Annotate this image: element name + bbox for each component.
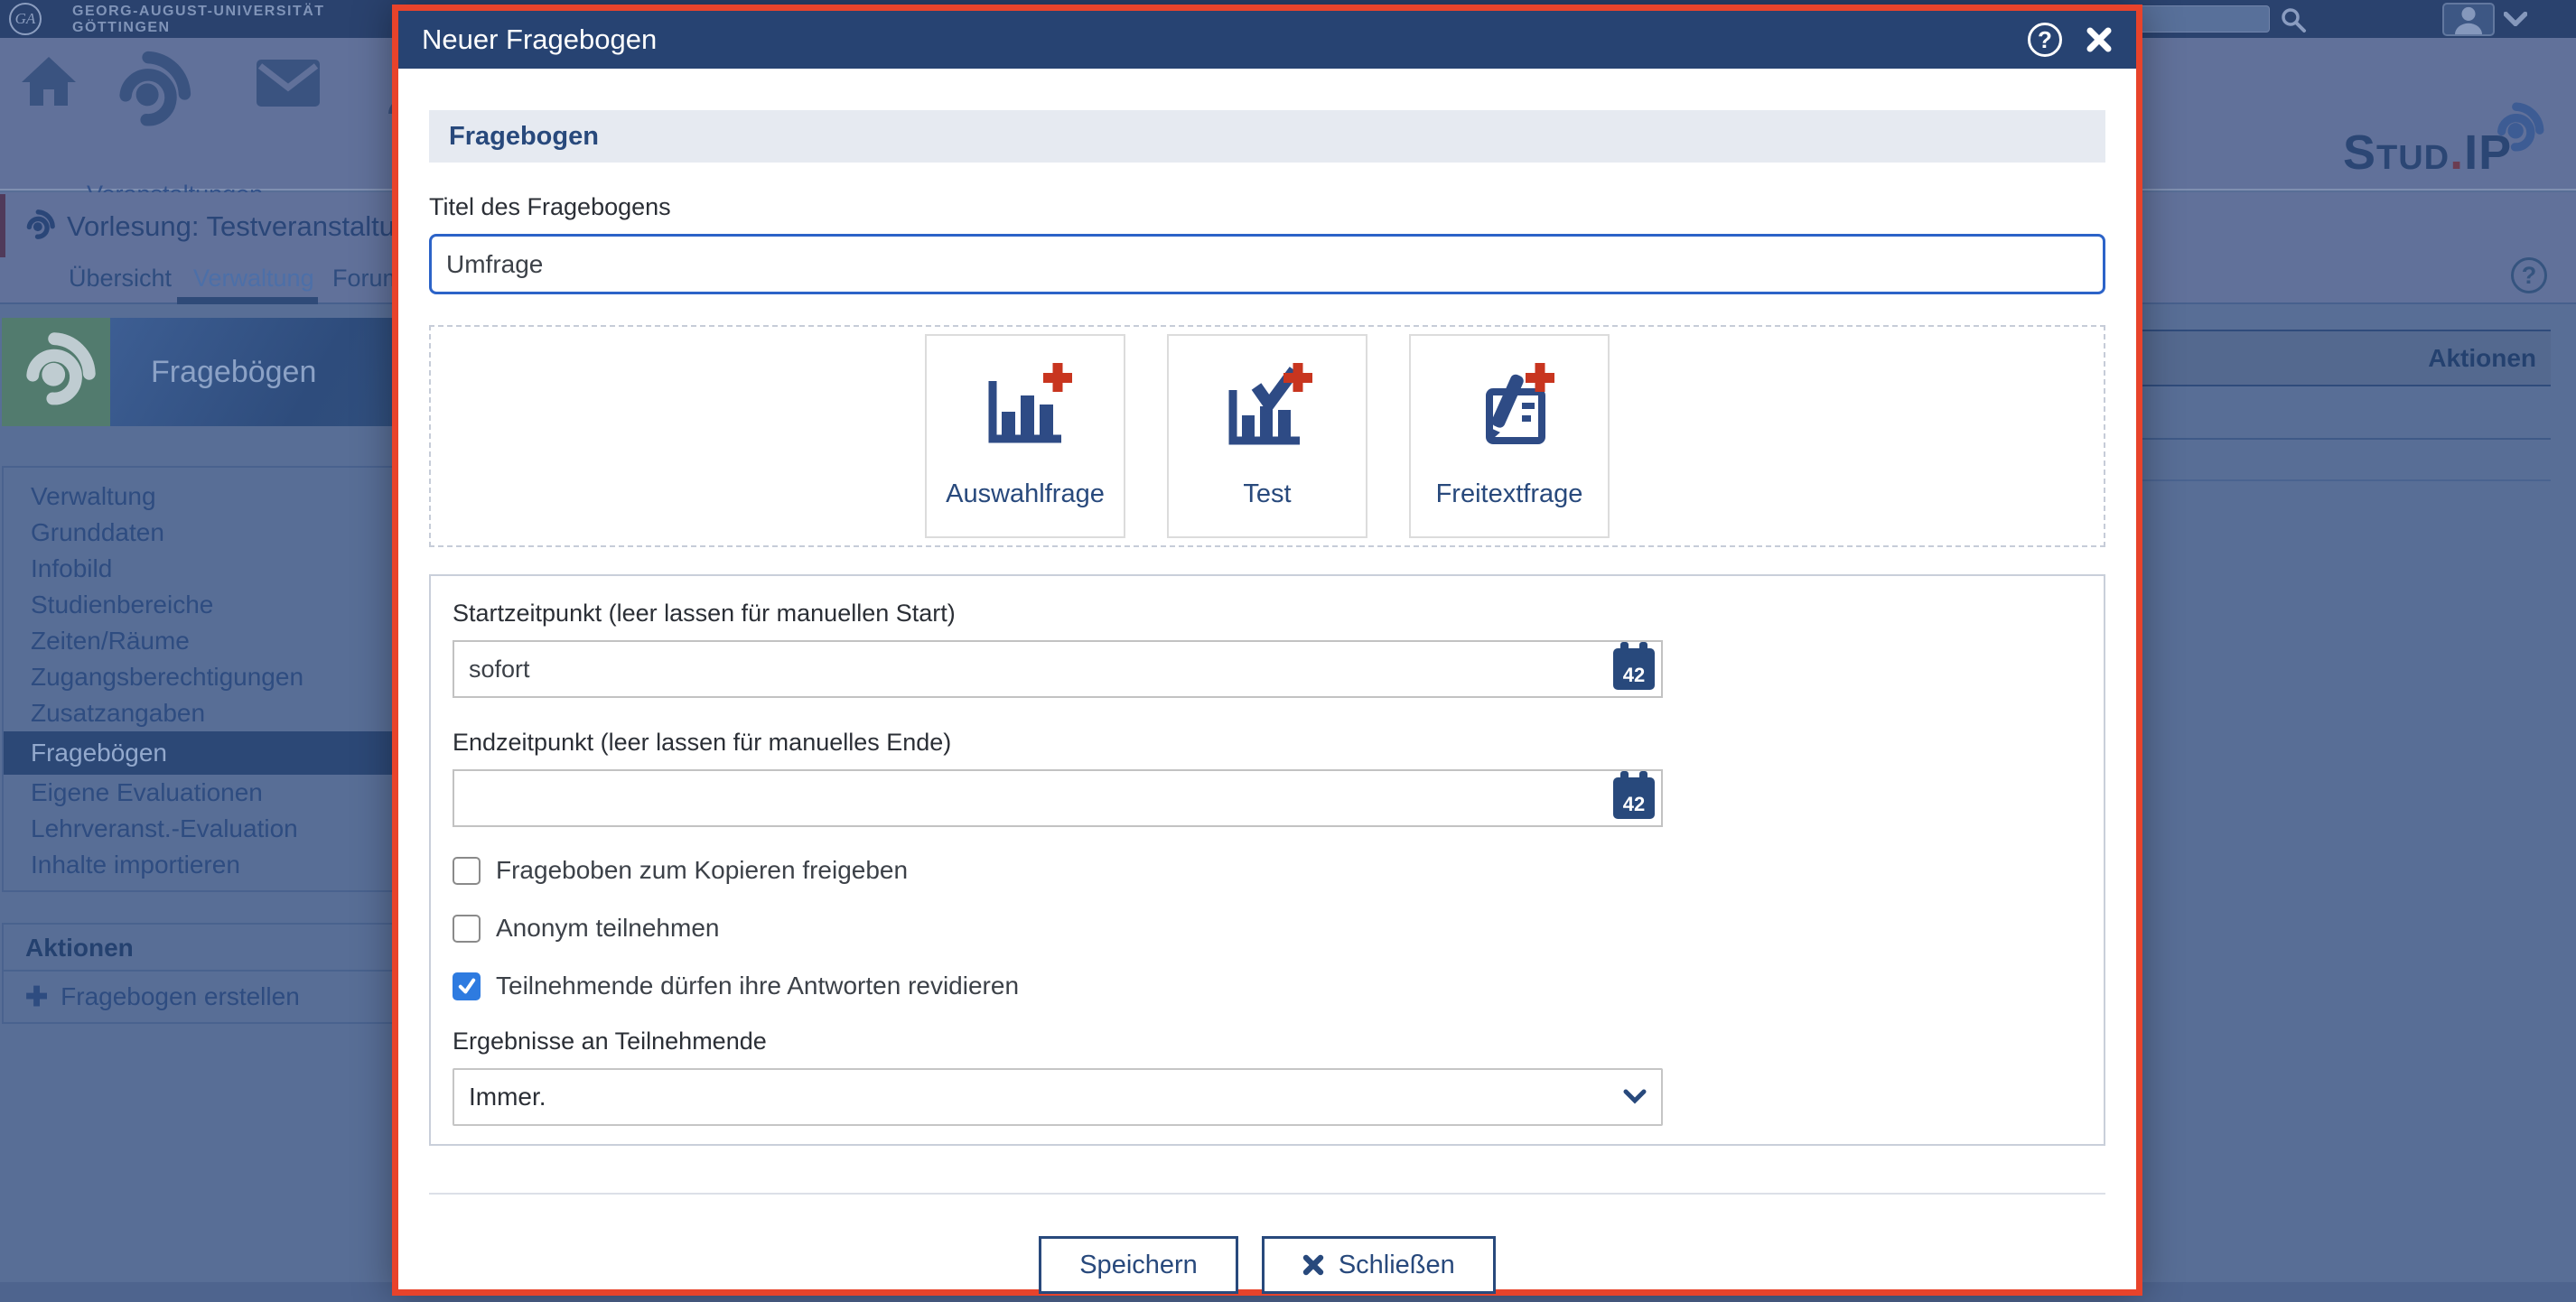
close-button[interactable]: Schließen <box>1262 1236 1496 1294</box>
tab-uebersicht[interactable]: Übersicht <box>69 265 172 293</box>
questionnaire-title-input[interactable] <box>429 234 2105 294</box>
test-chart-plus-icon <box>1220 359 1314 453</box>
title-field-label: Titel des Fragebogens <box>429 193 2105 221</box>
results-select[interactable]: Immer. <box>453 1068 1663 1126</box>
person-icon <box>2450 5 2487 34</box>
save-button[interactable]: Speichern <box>1039 1236 1238 1294</box>
calendar-picker-icon[interactable]: 42 <box>1613 648 1655 690</box>
settings-fieldset: Startzeitpunkt (leer lassen für manuelle… <box>429 574 2105 1146</box>
end-datetime-input[interactable] <box>453 769 1663 827</box>
question-type-test-button[interactable]: Test <box>1167 334 1367 538</box>
select-chevron-down-icon <box>1623 1088 1647 1109</box>
course-title: Vorlesung: Testveranstaltun <box>67 210 410 243</box>
dialog-close-icon[interactable] <box>2086 26 2113 53</box>
question-type-freitextfrage-button[interactable]: Freitextfrage <box>1409 334 1610 538</box>
tab-active-underline <box>177 297 318 304</box>
course-spiral-icon <box>22 209 56 243</box>
question-type-auswahlfrage-button[interactable]: Auswahlfrage <box>925 334 1125 538</box>
question-type-label: Freitextfrage <box>1436 479 1583 509</box>
checkbox-box[interactable] <box>453 857 481 885</box>
studip-logo: Stud.IP <box>2343 125 2512 181</box>
user-avatar-button[interactable] <box>2442 3 2495 36</box>
dialog-footer: Speichern Schließen <box>429 1236 2105 1294</box>
plus-icon: ✚ <box>25 981 48 1013</box>
checkbox-anonymous[interactable]: Anonym teilnehmen <box>453 914 2082 943</box>
sidebar-spiral-icon <box>14 330 98 414</box>
checkbox-copy-share[interactable]: Frageboben zum Kopieren freigeben <box>453 856 2082 885</box>
start-field-label: Startzeitpunkt (leer lassen für manuelle… <box>453 600 2082 628</box>
studip-logo-spiral-icon <box>2489 101 2545 162</box>
veranstaltungen-spiral-icon[interactable] <box>107 49 193 140</box>
dialog-titlebar[interactable]: Neuer Fragebogen ? <box>398 11 2136 69</box>
start-datetime-input[interactable] <box>453 640 1663 698</box>
close-x-icon <box>1302 1254 1324 1276</box>
screen: GA GEORG-AUGUST-UNIVERSITÄT GÖTTINGEN <box>0 0 2576 1302</box>
checkbox-revise-answers[interactable]: Teilnehmende dürfen ihre Antworten revid… <box>453 972 2082 1000</box>
logo-red-dot: . <box>2450 126 2464 180</box>
question-type-label: Test <box>1243 479 1291 509</box>
section-header: Fragebogen <box>429 110 2105 163</box>
user-menu-chevron-down-icon[interactable] <box>2504 12 2527 31</box>
dialog-help-icon[interactable]: ? <box>2028 23 2062 57</box>
university-seal-logo[interactable]: GA <box>9 3 42 35</box>
footer-divider <box>429 1193 2105 1195</box>
bar-chart-plus-icon <box>978 359 1072 453</box>
question-type-label: Auswahlfrage <box>946 479 1105 509</box>
mail-icon[interactable] <box>257 60 320 111</box>
checkbox-box[interactable] <box>453 972 481 1000</box>
page-help-icon[interactable]: ? <box>2511 257 2547 293</box>
pen-document-plus-icon <box>1462 359 1556 453</box>
new-questionnaire-dialog: Neuer Fragebogen ? Fragebogen Titel des … <box>392 5 2142 1296</box>
university-name: GEORG-AUGUST-UNIVERSITÄT GÖTTINGEN <box>72 4 325 36</box>
dialog-title: Neuer Fragebogen <box>422 23 2028 56</box>
tab-verwaltung[interactable]: Verwaltung <box>193 265 314 293</box>
results-field-label: Ergebnisse an Teilnehmende <box>453 1028 2082 1056</box>
end-field-label: Endzeitpunkt (leer lassen für manuelles … <box>453 729 2082 757</box>
question-type-picker: Auswahlfrage Test <box>429 325 2105 547</box>
sidebar-widget-image <box>2 318 110 426</box>
search-icon[interactable] <box>2280 6 2307 38</box>
dialog-body: Fragebogen Titel des Fragebogens Auswahl… <box>398 110 2136 1294</box>
checkbox-box[interactable] <box>453 915 481 943</box>
calendar-picker-icon[interactable]: 42 <box>1613 777 1655 819</box>
home-icon[interactable] <box>20 54 78 113</box>
